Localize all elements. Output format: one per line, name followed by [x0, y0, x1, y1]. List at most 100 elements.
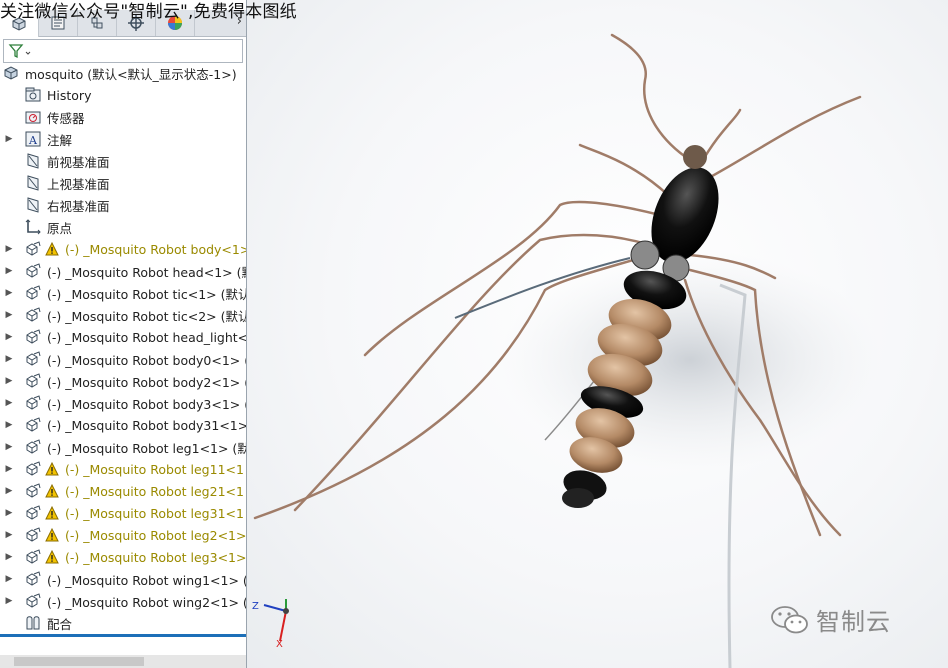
part-icon: [24, 394, 42, 412]
tree-item-component[interactable]: ▶ (-) _Mosquito Robot leg3<1>: [0, 546, 246, 568]
mates-icon: [24, 614, 42, 632]
tree-horizontal-scrollbar[interactable]: [0, 655, 246, 668]
feature-manager-pane: › mosquito (默认<默认_显示状态-1>) History 传感器 ▶ A 注…: [0, 0, 247, 668]
tree-filter-bar[interactable]: [3, 39, 243, 63]
expand-arrow-icon[interactable]: ▶: [4, 332, 14, 342]
tree-item-history[interactable]: History: [0, 84, 91, 106]
expand-arrow-icon[interactable]: ▶: [4, 134, 14, 144]
expand-arrow-icon[interactable]: ▶: [4, 398, 14, 408]
pane-accent-bar: [0, 634, 246, 637]
scrollbar-thumb[interactable]: [14, 657, 144, 666]
tree-item-label: (-) _Mosquito Robot body<1>: [65, 241, 247, 257]
part-icon: [24, 350, 42, 368]
part-icon: [24, 328, 42, 346]
expand-arrow-icon[interactable]: ▶: [4, 596, 14, 606]
tree-root-assembly[interactable]: mosquito (默认<默认_显示状态-1>): [0, 62, 237, 84]
tree-item-label: (-) _Mosquito Robot head<1> (默认: [47, 264, 247, 280]
warning-icon: [44, 549, 60, 565]
tree-item-plane[interactable]: 上视基准面: [0, 172, 110, 194]
tree-item-label: (-) _Mosquito Robot body3<1> (默: [47, 396, 247, 412]
tree-item-annotation[interactable]: ▶ A 注解: [0, 128, 72, 150]
tree-item-label: 原点: [47, 220, 73, 236]
tree-item-component[interactable]: ▶ (-) _Mosquito Robot wing2<1> (默: [0, 590, 247, 612]
graphics-viewport[interactable]: [247, 0, 948, 668]
tree-item-label: (-) _Mosquito Robot leg11<1: [65, 461, 244, 477]
tree-item-component[interactable]: ▶ (-) _Mosquito Robot leg11<1: [0, 458, 244, 480]
tree-item-plane[interactable]: 前视基准面: [0, 150, 110, 172]
part-icon: [24, 284, 42, 302]
tree-item-component[interactable]: ▶ (-) _Mosquito Robot wing1<1> (默: [0, 568, 246, 590]
tree-item-label: 注解: [47, 132, 73, 148]
expand-arrow-icon[interactable]: ▶: [4, 310, 14, 320]
expand-arrow-icon[interactable]: ▶: [4, 574, 14, 584]
tree-item-label: (-) _Mosquito Robot leg21<1: [65, 483, 244, 499]
tree-item-label: History: [47, 87, 92, 103]
tree-item-sensor[interactable]: 传感器: [0, 106, 85, 128]
expand-arrow-icon[interactable]: ▶: [4, 354, 14, 364]
expand-arrow-icon[interactable]: ▶: [4, 244, 14, 254]
filter-icon: [8, 44, 31, 59]
part-icon: [24, 482, 42, 500]
tree-root-label: mosquito (默认<默认_显示状态-1>): [25, 66, 237, 82]
part-icon: [24, 570, 42, 588]
tree-item-label: (-) _Mosquito Robot tic<1> (默认<: [47, 286, 247, 302]
tree-item-label: (-) _Mosquito Robot leg2<1>: [65, 527, 247, 543]
warning-icon: [44, 461, 60, 477]
expand-arrow-icon[interactable]: ▶: [4, 486, 14, 496]
tree-item-label: (-) _Mosquito Robot body0<1> (默: [47, 352, 247, 368]
expand-arrow-icon[interactable]: ▶: [4, 376, 14, 386]
tree-item-label: (-) _Mosquito Robot body31<1>: [47, 417, 247, 433]
part-icon: [24, 548, 42, 566]
part-icon: [24, 592, 42, 610]
tree-item-component[interactable]: ▶ (-) _Mosquito Robot tic<1> (默认<: [0, 282, 247, 304]
tree-item-component[interactable]: ▶ (-) _Mosquito Robot body31<1>: [0, 414, 247, 436]
tree-item-component[interactable]: ▶ (-) _Mosquito Robot leg1<1> (默认: [0, 436, 247, 458]
part-icon: [24, 262, 42, 280]
tree-item-component[interactable]: ▶ (-) _Mosquito Robot body2<1> (默: [0, 370, 246, 392]
expand-arrow-icon[interactable]: ▶: [4, 552, 14, 562]
history-icon: [24, 86, 42, 104]
tree-item-label: (-) _Mosquito Robot leg31<1: [65, 505, 244, 521]
part-icon: [24, 526, 42, 544]
tree-item-component[interactable]: ▶ (-) _Mosquito Robot leg21<1: [0, 480, 244, 502]
warning-icon: [44, 483, 60, 499]
part-icon: [24, 416, 42, 434]
tree-item-component[interactable]: ▶ (-) _Mosquito Robot body0<1> (默: [0, 348, 247, 370]
expand-arrow-icon[interactable]: ▶: [4, 464, 14, 474]
expand-arrow-icon[interactable]: ▶: [4, 508, 14, 518]
part-icon: [24, 438, 42, 456]
tree-item-component[interactable]: ▶ (-) _Mosquito Robot leg2<1>: [0, 524, 246, 546]
part-icon: [24, 460, 42, 478]
plane-icon: [24, 174, 42, 192]
tree-item-label: (-) _Mosquito Robot tic<2> (默认<: [47, 308, 247, 324]
tree-item-component[interactable]: ▶ (-) _Mosquito Robot head_light<1: [0, 326, 247, 348]
tree-item-component[interactable]: ▶ (-) _Mosquito Robot tic<2> (默认<: [0, 304, 247, 326]
tree-item-component[interactable]: ▶ (-) _Mosquito Robot leg31<1: [0, 502, 244, 524]
expand-arrow-icon[interactable]: ▶: [4, 266, 14, 276]
triad-z-label: Z: [252, 601, 259, 612]
expand-arrow-icon[interactable]: ▶: [4, 530, 14, 540]
watermark: 智制云: [770, 602, 891, 637]
tree-item-origin[interactable]: 原点: [0, 216, 72, 238]
part-icon: [24, 504, 42, 522]
plane-icon: [24, 196, 42, 214]
expand-arrow-icon[interactable]: ▶: [4, 420, 14, 430]
tree-item-component[interactable]: ▶ (-) _Mosquito Robot body<1>: [0, 238, 247, 260]
tree-item-label: (-) _Mosquito Robot leg3<1>: [65, 549, 247, 565]
warning-icon: [44, 241, 60, 257]
wechat-logo-icon: [771, 605, 808, 633]
tree-item-label: (-) _Mosquito Robot wing2<1> (默: [47, 594, 247, 610]
assembly-icon: [2, 64, 20, 82]
expand-arrow-icon[interactable]: ▶: [4, 442, 14, 452]
tree-item-component[interactable]: ▶ (-) _Mosquito Robot body3<1> (默: [0, 392, 247, 414]
tree-item-label: 右视基准面: [47, 198, 110, 214]
tree-item-plane[interactable]: 右视基准面: [0, 194, 110, 216]
tree-item-label: (-) _Mosquito Robot head_light<1: [47, 329, 247, 345]
triad-x-label: X: [276, 639, 283, 647]
tree-item-label: (-) _Mosquito Robot leg1<1> (默认: [47, 440, 247, 456]
annotation-icon: A: [24, 130, 42, 148]
tree-item-component[interactable]: ▶ (-) _Mosquito Robot head<1> (默认: [0, 260, 247, 282]
expand-arrow-icon[interactable]: ▶: [4, 288, 14, 298]
tree-item-label: 上视基准面: [47, 176, 110, 192]
tree-item-mates[interactable]: 配合: [0, 612, 72, 634]
